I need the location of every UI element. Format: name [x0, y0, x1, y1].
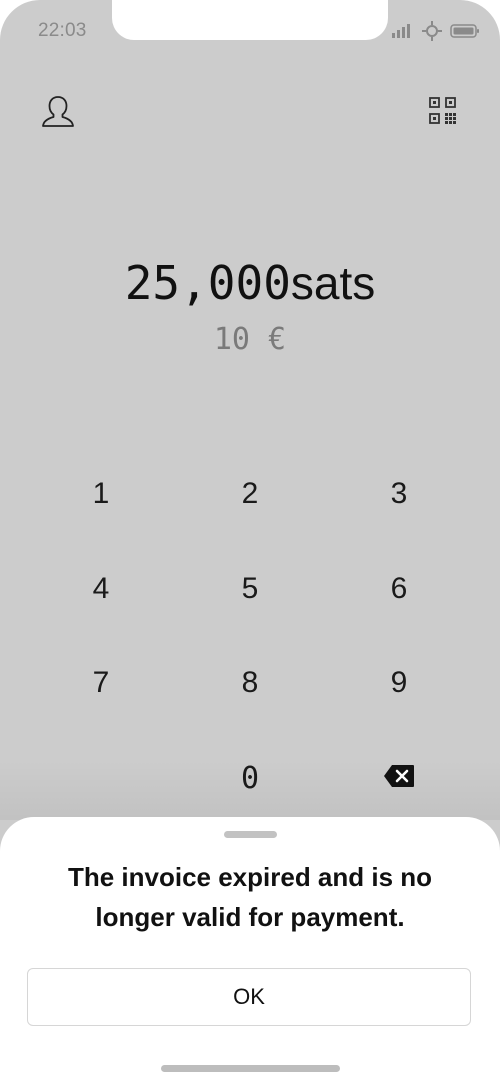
key-8[interactable]: 8 [190, 648, 310, 718]
sheet-message-line-2: longer valid for payment. [95, 902, 405, 932]
key-4[interactable]: 4 [41, 554, 161, 624]
expired-invoice-sheet: The invoice expired and is no longer val… [0, 817, 500, 1083]
home-indicator[interactable] [161, 1065, 340, 1072]
sheet-message-line-1: The invoice expired and is no [67, 862, 433, 892]
ok-button[interactable]: OK [27, 968, 471, 1026]
key-6[interactable]: 6 [339, 554, 459, 624]
key-5[interactable]: 5 [190, 554, 310, 624]
sheet-drag-handle[interactable] [224, 831, 277, 838]
sheet-shadow [0, 760, 500, 820]
sheet-message: The invoice expired and is no longer val… [30, 857, 470, 937]
key-9[interactable]: 9 [339, 648, 459, 718]
key-2[interactable]: 2 [190, 459, 310, 529]
key-1[interactable]: 1 [41, 459, 161, 529]
key-3[interactable]: 3 [339, 459, 459, 529]
key-7[interactable]: 7 [41, 648, 161, 718]
